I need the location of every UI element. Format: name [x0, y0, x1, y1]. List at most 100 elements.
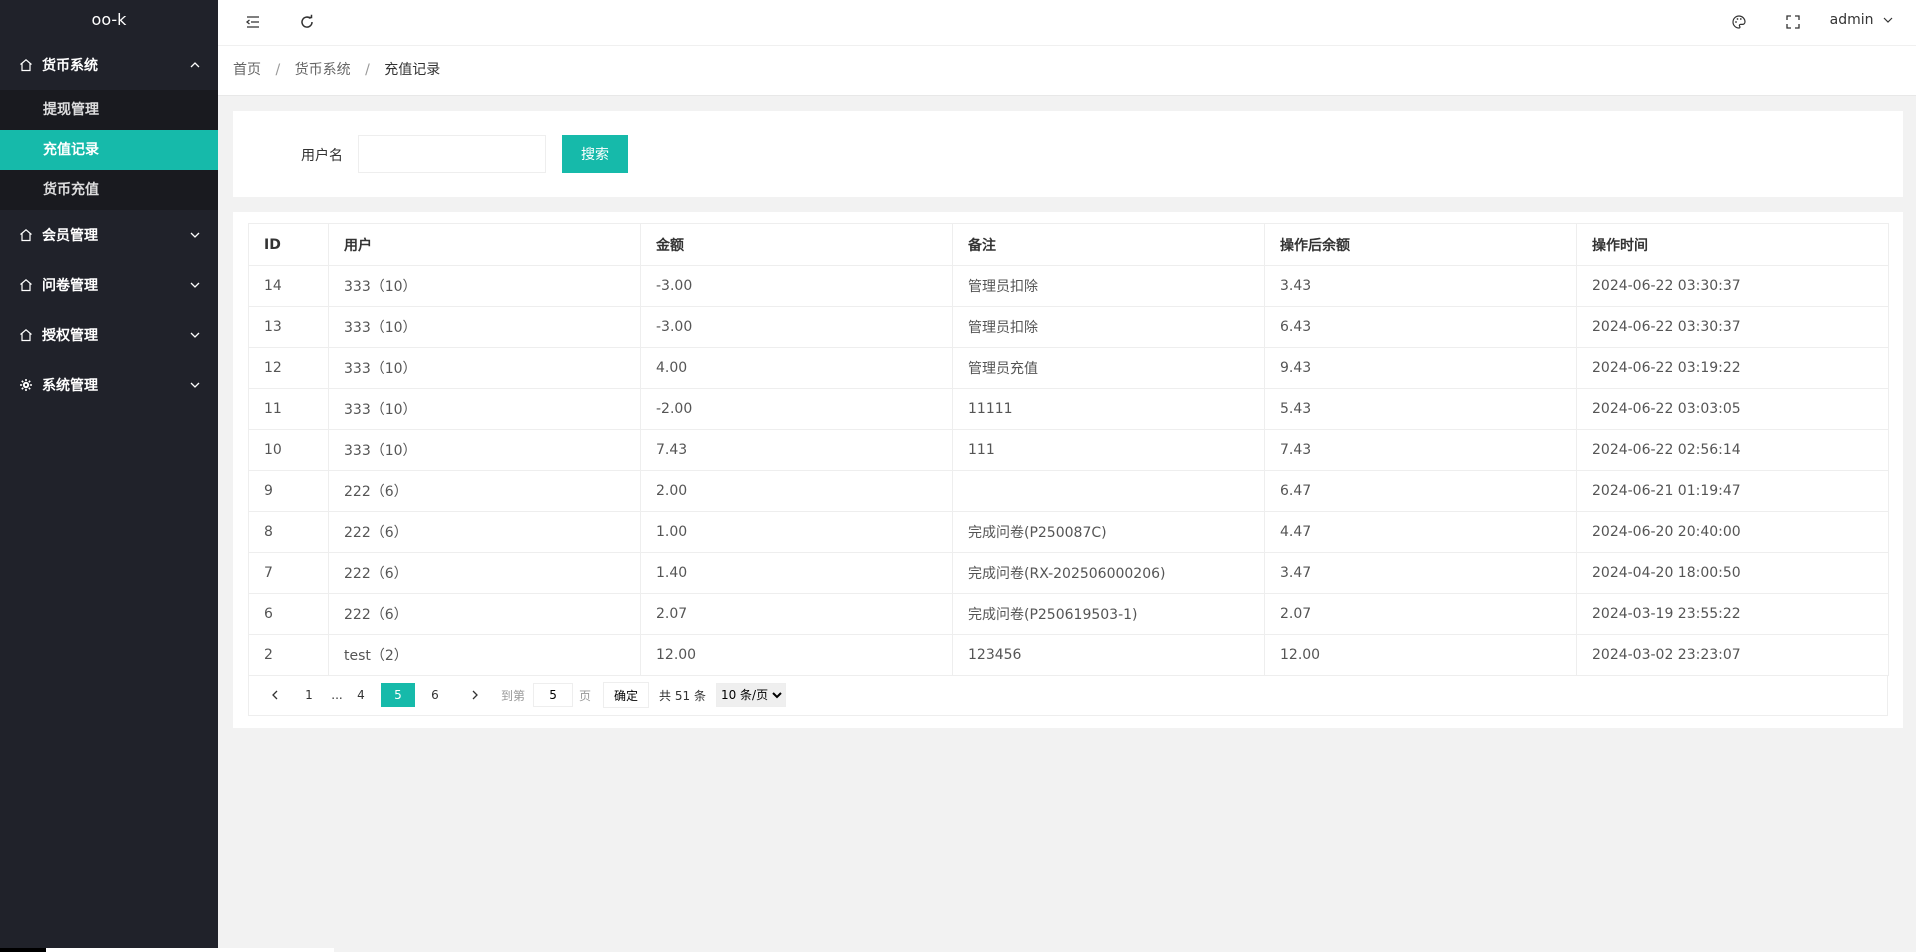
records-table-wrapper: ID 用户 金额 备注 操作后余额 操作时间 14 333（10） -3.00 管理员…: [248, 223, 1889, 676]
cell-amount: 7.43: [640, 429, 953, 471]
cell-amount: -3.00: [640, 265, 953, 307]
col-remark: 备注: [952, 223, 1265, 266]
cell-remark: 完成问卷(RX-202506000206): [952, 552, 1265, 594]
cell-amount: 1.00: [640, 511, 953, 553]
cell-remark: 管理员充值: [952, 347, 1265, 389]
cell-id: 2: [248, 634, 329, 676]
user-menu[interactable]: admin: [1830, 0, 1894, 40]
cell-balance-after: 3.43: [1264, 265, 1577, 307]
chevron-up-icon: [190, 62, 200, 68]
theme-palette-icon[interactable]: [1727, 10, 1751, 34]
cell-remark: 管理员扣除: [952, 265, 1265, 307]
home-icon: [18, 327, 34, 343]
sidebar-submenu-currency: 提现管理 充值记录 货币充值: [0, 90, 218, 210]
cell-remark: 完成问卷(P250087C): [952, 511, 1265, 553]
sidebar-group-surveys[interactable]: 问卷管理: [0, 260, 218, 310]
sidebar-group-system[interactable]: 系统管理: [0, 360, 218, 410]
cell-user: 333（10）: [328, 388, 641, 430]
page-ellipsis: ...: [331, 688, 343, 702]
records-table: ID 用户 金额 备注 操作后余额 操作时间 14 333（10） -3.00 管理员…: [248, 223, 1889, 676]
cell-remark: 11111: [952, 388, 1265, 430]
breadcrumb-home[interactable]: 首页: [233, 62, 261, 78]
cell-remark: [952, 470, 1265, 512]
sidebar-item-recharge-records[interactable]: 充值记录: [0, 130, 218, 170]
page-1[interactable]: 1: [295, 683, 323, 707]
col-user: 用户: [328, 223, 641, 266]
table-row: 14 333（10） -3.00 管理员扣除 3.43 2024-06-22 03:30:…: [248, 265, 1889, 307]
cell-time: 2024-06-22 03:30:37: [1576, 265, 1889, 307]
sidebar-group-members[interactable]: 会员管理: [0, 210, 218, 260]
cell-time: 2024-06-20 20:40:00: [1576, 511, 1889, 553]
cell-amount: 4.00: [640, 347, 953, 389]
cell-amount: 2.07: [640, 593, 953, 635]
cell-remark: 完成问卷(P250619503-1): [952, 593, 1265, 635]
cell-balance-after: 3.47: [1264, 552, 1577, 594]
table-row: 7 222（6） 1.40 完成问卷(RX-202506000206) 3.47 2024…: [248, 552, 1889, 594]
cell-user: 222（6）: [328, 552, 641, 594]
chevron-down-icon: [190, 282, 200, 288]
cell-user: test（2）: [328, 634, 641, 676]
sidebar: oo-k 货币系统 提现管理 充值记录 货币充值 会员管理 问卷管理 授权管理: [0, 0, 334, 952]
sidebar-item-currency-recharge[interactable]: 货币充值: [0, 170, 218, 210]
sidebar-item-withdraw[interactable]: 提现管理: [0, 90, 218, 130]
cell-time: 2024-06-22 03:30:37: [1576, 306, 1889, 348]
breadcrumb-currency[interactable]: 货币系统: [295, 62, 351, 78]
cell-user: 222（6）: [328, 593, 641, 635]
breadcrumb-separator: /: [365, 62, 370, 78]
cell-user: 333（10）: [328, 429, 641, 471]
col-amount: 金额: [640, 223, 953, 266]
home-icon: [18, 277, 34, 293]
cell-balance-after: 6.47: [1264, 470, 1577, 512]
app-logo: oo-k: [91, 10, 127, 29]
sidebar-group-currency[interactable]: 货币系统: [0, 40, 218, 90]
search-button[interactable]: 搜索: [562, 135, 628, 173]
home-icon: [18, 227, 34, 243]
horizontal-scrollbar[interactable]: [0, 948, 334, 952]
fullscreen-icon[interactable]: [1781, 10, 1805, 34]
scrollbar-thumb[interactable]: [46, 948, 334, 952]
home-icon: [18, 57, 34, 73]
table-row: 12 333（10） 4.00 管理员充值 9.43 2024-06-22 03:19:2…: [248, 347, 1889, 389]
sidebar-group-label: 系统管理: [42, 378, 98, 394]
refresh-icon[interactable]: [295, 10, 319, 34]
chevron-left-icon: [272, 690, 278, 700]
page-4[interactable]: 4: [347, 683, 375, 707]
goto-page-input[interactable]: [533, 683, 574, 707]
table-row: 11 333（10） -2.00 11111 5.43 2024-06-22 03:03:…: [248, 388, 1889, 430]
username-input[interactable]: [358, 135, 546, 173]
page-size-select[interactable]: 10 条/页: [715, 683, 786, 707]
breadcrumb-current: 充值记录: [384, 62, 441, 78]
goto-suffix: 页: [579, 688, 592, 703]
next-page-button[interactable]: [461, 683, 489, 707]
table-row: 13 333（10） -3.00 管理员扣除 6.43 2024-06-22 03:30:…: [248, 306, 1889, 348]
cell-amount: -3.00: [640, 306, 953, 348]
prev-page-button[interactable]: [261, 683, 289, 707]
breadcrumb-separator: /: [275, 62, 281, 78]
menu-fold-icon[interactable]: [241, 10, 265, 34]
sidebar-group-label: 授权管理: [42, 328, 98, 344]
cell-user: 333（10）: [328, 265, 641, 307]
cell-balance-after: 9.43: [1264, 347, 1577, 389]
page-current[interactable]: 5: [381, 683, 415, 707]
table-header-row: ID 用户 金额 备注 操作后余额 操作时间: [248, 223, 1889, 266]
sidebar-group-label: 会员管理: [42, 228, 98, 244]
goto-label: 到第: [501, 688, 526, 703]
goto-confirm-button[interactable]: 确定: [603, 682, 650, 708]
cell-user: 222（6）: [328, 470, 641, 512]
cell-id: 11: [248, 388, 329, 430]
page-6[interactable]: 6: [421, 683, 449, 707]
table-row: 6 222（6） 2.07 完成问卷(P250619503-1) 2.07 2024-03…: [248, 593, 1889, 635]
cell-time: 2024-04-20 18:00:50: [1576, 552, 1889, 594]
username-label: 用户名: [301, 148, 343, 164]
chevron-down-icon: [190, 232, 200, 238]
cell-id: 6: [248, 593, 329, 635]
cell-id: 9: [248, 470, 329, 512]
sidebar-group-label: 货币系统: [42, 58, 98, 74]
cell-user: 333（10）: [328, 306, 641, 348]
cell-id: 8: [248, 511, 329, 553]
cell-balance-after: 4.47: [1264, 511, 1577, 553]
chevron-down-icon: [1883, 17, 1893, 23]
cell-id: 10: [248, 429, 329, 471]
sidebar-group-authorization[interactable]: 授权管理: [0, 310, 218, 360]
cell-id: 12: [248, 347, 329, 389]
